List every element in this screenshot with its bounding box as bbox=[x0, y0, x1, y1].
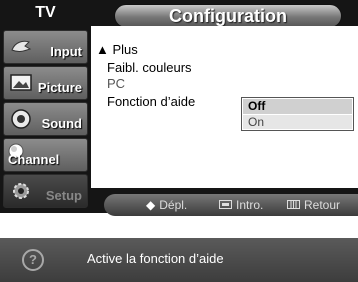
picture-icon bbox=[10, 74, 32, 91]
updown-icon: ◆ bbox=[146, 198, 156, 212]
sidebar-item-picture[interactable]: Picture bbox=[3, 66, 88, 100]
settings-panel: ▲ Plus Faibl. couleurs PC Fonction d’aid… bbox=[91, 26, 358, 188]
menu-item-plus[interactable]: ▲ Plus bbox=[96, 42, 138, 57]
tv-osd-menu: TV Input Picture Sound Channel Setup Con… bbox=[0, 0, 358, 238]
input-icon bbox=[11, 40, 32, 53]
hint-enter: Intro. bbox=[219, 198, 263, 212]
option-list: Off On bbox=[241, 97, 354, 131]
menu-item-fonction-aide[interactable]: Fonction d’aide bbox=[107, 94, 195, 109]
sidebar-item-label: Picture bbox=[37, 80, 82, 95]
sidebar: TV Input Picture Sound Channel Setup bbox=[0, 0, 91, 213]
sidebar-header: TV bbox=[35, 4, 56, 21]
hint-return: Retour bbox=[287, 198, 340, 212]
sidebar-item-label: Channel bbox=[8, 152, 60, 167]
option-off[interactable]: Off bbox=[243, 99, 352, 114]
sidebar-item-channel[interactable]: Channel bbox=[3, 138, 88, 172]
sidebar-item-input[interactable]: Input bbox=[3, 30, 88, 64]
info-text: Active la fonction d’aide bbox=[87, 251, 224, 266]
option-on[interactable]: On bbox=[243, 115, 352, 129]
sidebar-item-setup[interactable]: Setup bbox=[3, 174, 88, 208]
info-bar: ? Active la fonction d’aide bbox=[0, 238, 358, 282]
menu-item-pc[interactable]: PC bbox=[107, 76, 125, 91]
sidebar-item-label: Input bbox=[50, 44, 82, 59]
up-arrow-icon: ▲ bbox=[96, 42, 109, 57]
hint-move: ◆ Dépl. bbox=[146, 198, 187, 212]
help-icon: ? bbox=[22, 249, 44, 271]
setup-icon bbox=[13, 183, 29, 199]
enter-icon bbox=[219, 200, 232, 209]
menu-item-faibl-couleurs[interactable]: Faibl. couleurs bbox=[107, 60, 192, 75]
sound-icon bbox=[11, 109, 31, 129]
hint-move-label: Dépl. bbox=[159, 198, 188, 212]
page-title: Configuration bbox=[169, 6, 287, 26]
return-icon bbox=[287, 200, 300, 209]
hint-enter-label: Intro. bbox=[236, 198, 264, 212]
menu-item-label: Plus bbox=[112, 42, 138, 57]
sidebar-item-label: Sound bbox=[41, 116, 82, 131]
hint-return-label: Retour bbox=[304, 198, 341, 212]
sidebar-item-label: Setup bbox=[45, 188, 82, 203]
sidebar-item-sound[interactable]: Sound bbox=[3, 102, 88, 136]
